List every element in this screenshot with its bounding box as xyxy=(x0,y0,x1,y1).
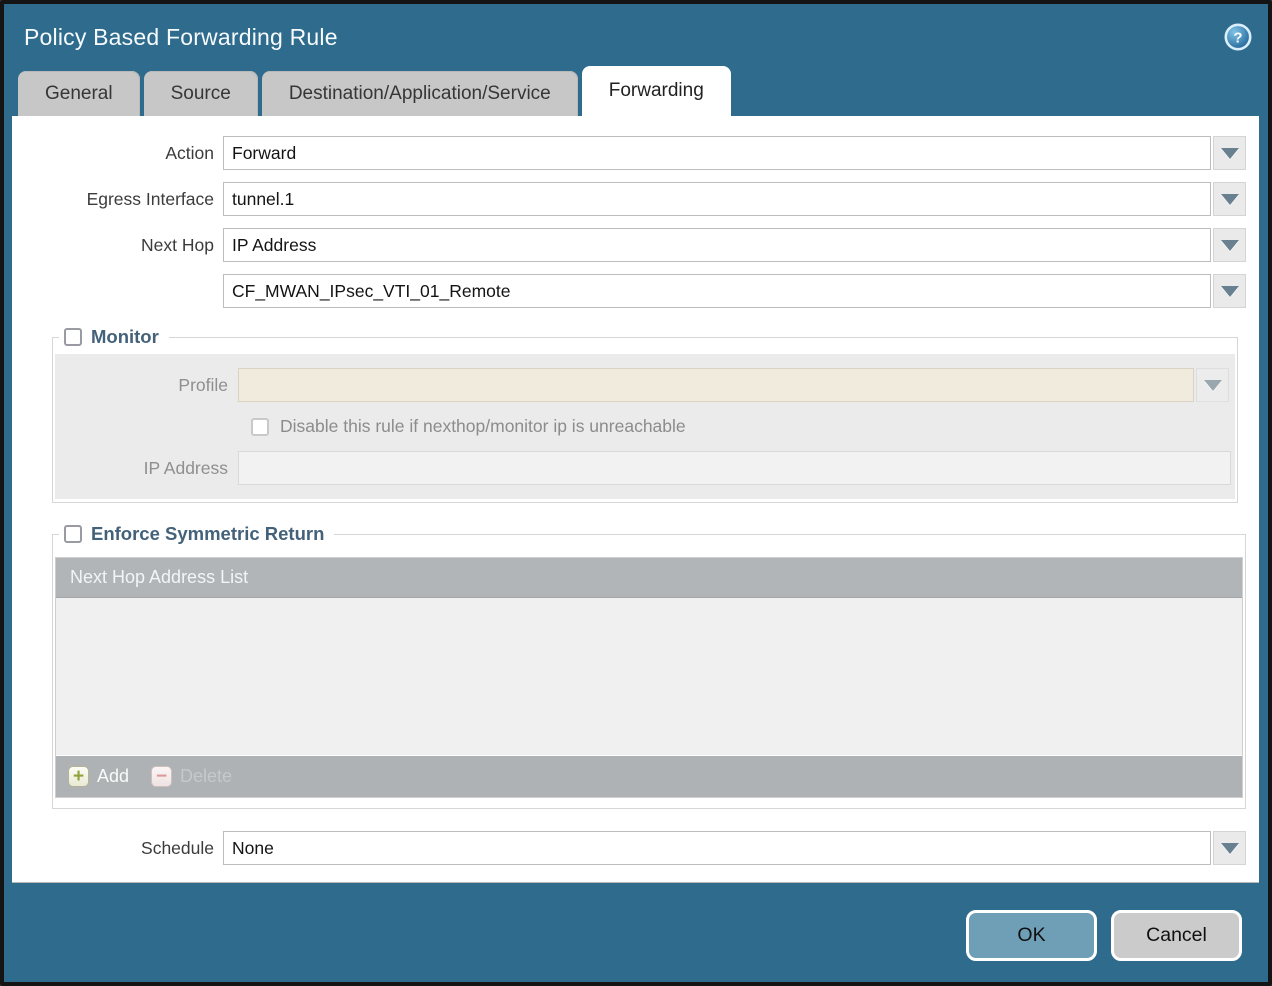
enforce-symmetric-return-checkbox[interactable] xyxy=(64,525,82,543)
delete-button-label: Delete xyxy=(180,766,232,787)
help-glyph: ? xyxy=(1233,30,1242,47)
next-hop-address-dropdown-button[interactable] xyxy=(1213,274,1246,308)
next-hop-address-list-toolbar: + Add − Delete xyxy=(56,755,1242,797)
monitor-legend: Monitor xyxy=(59,324,169,350)
profile-input xyxy=(238,368,1194,402)
next-hop-dropdown-button[interactable] xyxy=(1213,228,1246,262)
tab-general[interactable]: General xyxy=(18,71,140,116)
monitor-section: Monitor Profile Disable this rule if nex… xyxy=(52,337,1238,503)
enforce-symmetric-return-section: Enforce Symmetric Return Next Hop Addres… xyxy=(52,534,1246,809)
help-icon[interactable]: ? xyxy=(1224,23,1252,51)
next-hop-address-list-table: Next Hop Address List + Add − Delete xyxy=(55,557,1243,798)
chevron-down-icon xyxy=(1221,286,1239,297)
disable-rule-label: Disable this rule if nexthop/monitor ip … xyxy=(280,416,686,437)
monitor-ip-address-label: IP Address xyxy=(55,458,238,479)
schedule-row: Schedule xyxy=(24,831,1246,865)
monitor-legend-label: Monitor xyxy=(91,326,159,348)
tab-bar: General Source Destination/Application/S… xyxy=(4,66,1268,116)
delete-button: − Delete xyxy=(151,766,232,787)
next-hop-address-list-rows[interactable] xyxy=(56,598,1242,755)
schedule-label: Schedule xyxy=(24,838,223,859)
chevron-down-icon xyxy=(1221,240,1239,251)
next-hop-row: Next Hop xyxy=(24,228,1246,262)
profile-row: Profile xyxy=(55,368,1235,402)
enforce-symmetric-return-legend-label: Enforce Symmetric Return xyxy=(91,523,324,545)
dialog-title: Policy Based Forwarding Rule xyxy=(24,24,338,51)
chevron-down-icon xyxy=(1221,148,1239,159)
minus-icon: − xyxy=(151,766,172,787)
schedule-dropdown-button[interactable] xyxy=(1213,831,1246,865)
egress-interface-dropdown-button[interactable] xyxy=(1213,182,1246,216)
action-label: Action xyxy=(24,143,223,164)
disable-rule-row: Disable this rule if nexthop/monitor ip … xyxy=(251,416,1235,437)
forwarding-tab-panel: Action Egress Interface Next Hop xyxy=(12,116,1259,883)
egress-interface-input[interactable] xyxy=(223,182,1211,216)
add-button-label: Add xyxy=(97,766,129,787)
plus-icon: + xyxy=(68,766,89,787)
dialog-titlebar: Policy Based Forwarding Rule ? xyxy=(4,4,1268,66)
monitor-section-body: Profile Disable this rule if nexthop/mon… xyxy=(55,354,1235,499)
next-hop-address-input[interactable] xyxy=(223,274,1211,308)
chevron-down-icon xyxy=(1221,843,1239,854)
chevron-down-icon xyxy=(1221,194,1239,205)
ok-button[interactable]: OK xyxy=(966,910,1097,961)
next-hop-address-list-header: Next Hop Address List xyxy=(56,558,1242,598)
egress-interface-row: Egress Interface xyxy=(24,182,1246,216)
profile-dropdown-button xyxy=(1196,368,1229,402)
schedule-input[interactable] xyxy=(223,831,1211,865)
tab-source[interactable]: Source xyxy=(144,71,258,116)
next-hop-type-input[interactable] xyxy=(223,228,1211,262)
tab-destination-application-service[interactable]: Destination/Application/Service xyxy=(262,71,578,116)
tab-forwarding[interactable]: Forwarding xyxy=(582,66,731,116)
dialog-footer: OK Cancel xyxy=(4,883,1268,961)
disable-rule-checkbox xyxy=(251,418,269,436)
action-dropdown-button[interactable] xyxy=(1213,136,1246,170)
next-hop-address-row xyxy=(24,274,1246,308)
monitor-checkbox[interactable] xyxy=(64,328,82,346)
cancel-button[interactable]: Cancel xyxy=(1111,910,1242,961)
next-hop-label: Next Hop xyxy=(24,235,223,256)
action-input[interactable] xyxy=(223,136,1211,170)
policy-based-forwarding-dialog: Policy Based Forwarding Rule ? General S… xyxy=(0,0,1272,986)
add-button[interactable]: + Add xyxy=(68,766,129,787)
egress-interface-label: Egress Interface xyxy=(24,189,223,210)
monitor-ip-address-row: IP Address xyxy=(55,451,1235,485)
enforce-symmetric-return-legend: Enforce Symmetric Return xyxy=(59,521,334,547)
monitor-ip-address-input xyxy=(238,451,1231,485)
profile-label: Profile xyxy=(55,375,238,396)
action-row: Action xyxy=(24,136,1246,170)
chevron-down-icon xyxy=(1204,380,1222,391)
